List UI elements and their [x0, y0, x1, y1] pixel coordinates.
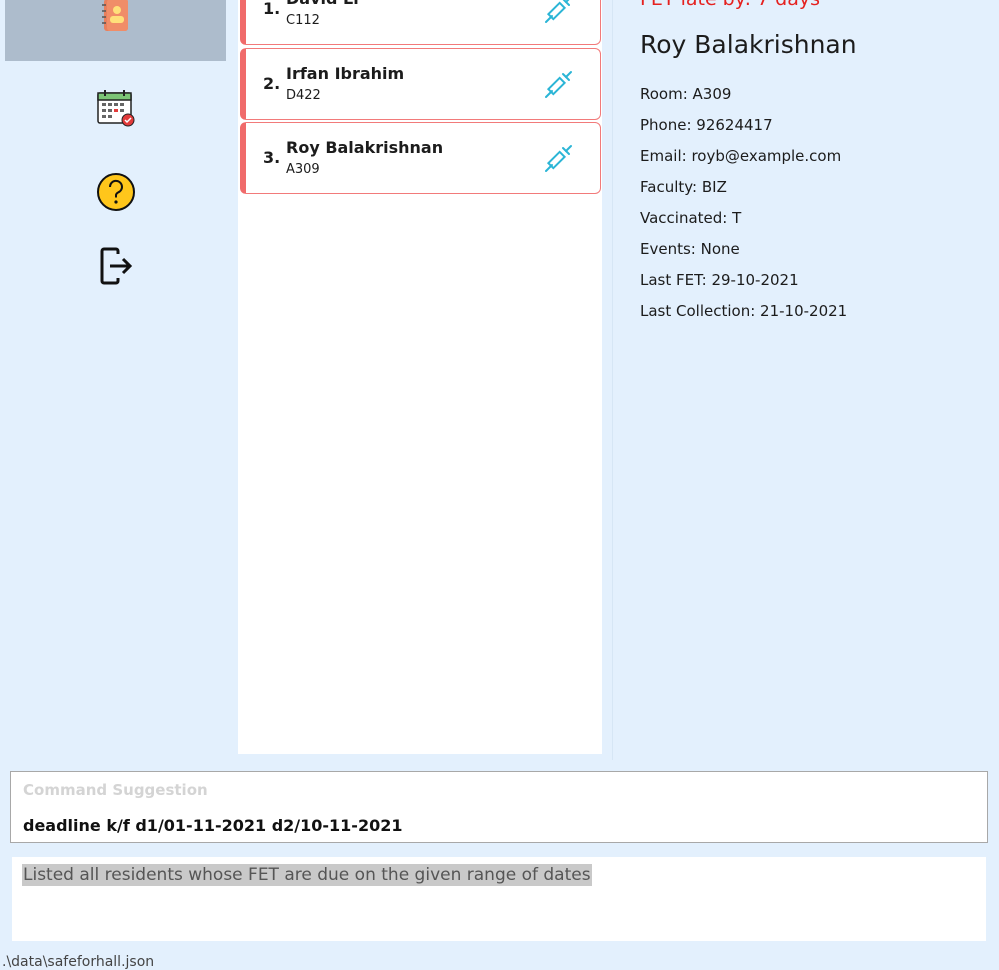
- resident-card[interactable]: 3. Roy Balakrishnan A309: [240, 122, 601, 194]
- resident-room: D422: [286, 88, 321, 103]
- sidebar-item-events[interactable]: [5, 86, 226, 130]
- contacts-icon: [101, 0, 128, 31]
- calendar-icon: [96, 90, 134, 127]
- resident-index: 2.: [263, 74, 281, 93]
- detail-last-collection: Last Collection: 21-10-2021: [640, 302, 848, 320]
- sidebar-item-help[interactable]: [5, 170, 226, 214]
- detail-vaccinated: Vaccinated: T: [640, 209, 742, 227]
- resident-card[interactable]: 2. Irfan Ibrahim D422: [240, 48, 601, 120]
- exit-icon: [100, 247, 132, 285]
- result-display[interactable]: Listed all residents whose FET are due o…: [12, 857, 986, 941]
- detail-email: Email: royb@example.com: [640, 147, 842, 165]
- detail-room: Room: A309: [640, 85, 732, 103]
- fet-late-alert: FET late by: 7 days: [640, 0, 820, 10]
- resident-index: 3.: [263, 148, 281, 167]
- resident-index: 1.: [263, 0, 281, 18]
- syringe-icon: [545, 71, 572, 98]
- syringe-icon: [545, 145, 572, 172]
- result-message: Listed all residents whose FET are due o…: [22, 864, 592, 886]
- resident-name: Roy Balakrishnan: [286, 138, 444, 157]
- sidebar-item-exit[interactable]: [5, 246, 226, 286]
- resident-room: A309: [286, 162, 320, 177]
- app-window: 1. David Li C112 2. Irfan Ibrahim D422: [0, 0, 999, 970]
- sidebar-item-residents[interactable]: [5, 0, 226, 61]
- panel-divider: [612, 0, 613, 760]
- resident-room: C112: [286, 13, 320, 28]
- command-box[interactable]: Command Suggestion deadline k/f d1/01-11…: [10, 771, 988, 843]
- help-icon: [96, 173, 135, 211]
- resident-name: David Li: [286, 0, 359, 8]
- resident-card[interactable]: 1. David Li C112: [240, 0, 601, 45]
- sidebar: [0, 0, 232, 760]
- resident-detail-name: Roy Balakrishnan: [640, 30, 857, 59]
- resident-name: Irfan Ibrahim: [286, 64, 405, 83]
- resident-list[interactable]: 1. David Li C112 2. Irfan Ibrahim D422: [238, 0, 602, 754]
- detail-faculty: Faculty: BIZ: [640, 178, 727, 196]
- syringe-icon: [545, 0, 570, 23]
- detail-events: Events: None: [640, 240, 740, 258]
- detail-phone: Phone: 92624417: [640, 116, 773, 134]
- command-input[interactable]: deadline k/f d1/01-11-2021 d2/10-11-2021: [23, 816, 402, 835]
- status-bar-path: .\data\safeforhall.json: [2, 954, 155, 970]
- command-suggestion: Command Suggestion: [23, 781, 208, 799]
- detail-last-fet: Last FET: 29-10-2021: [640, 271, 799, 289]
